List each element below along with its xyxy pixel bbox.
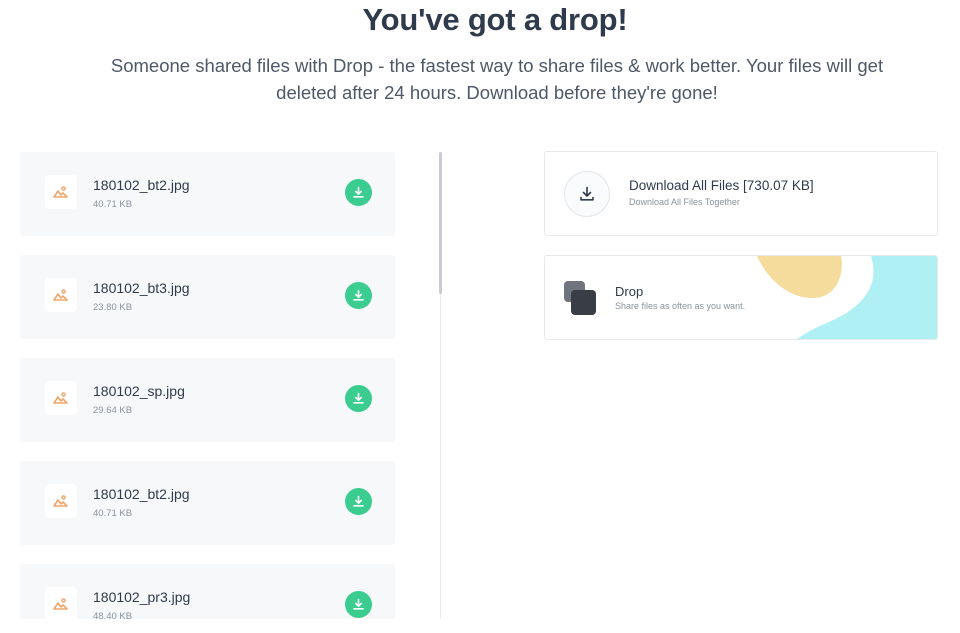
download-icon <box>353 495 364 507</box>
file-card[interactable]: 180102_bt2.jpg 40.71 KB <box>20 152 395 236</box>
promo-decoration <box>757 256 937 339</box>
download-button[interactable] <box>345 179 372 206</box>
download-icon <box>353 186 364 198</box>
promo-title: Drop <box>615 284 644 299</box>
file-size: 23.80 KB <box>93 302 133 313</box>
file-card[interactable]: 180102_bt3.jpg 23.80 KB <box>20 255 395 339</box>
page-title: You've got a drop! <box>362 2 628 37</box>
download-all-title: Download All Files [730.07 KB] <box>629 178 814 193</box>
download-icon <box>353 392 364 404</box>
file-size: 29.64 KB <box>93 405 133 416</box>
download-button[interactable] <box>345 488 372 515</box>
download-icon <box>353 598 364 610</box>
image-file-icon <box>45 278 77 312</box>
download-icon <box>580 186 594 201</box>
download-all-button[interactable]: Download All Files [730.07 KB] Download … <box>544 151 938 236</box>
file-name: 180102_sp.jpg <box>93 383 185 399</box>
promo-subtitle: Share files as often as you want. <box>615 301 746 311</box>
file-name: 180102_pr3.jpg <box>93 589 191 605</box>
file-list[interactable]: 180102_bt2.jpg 40.71 KB 180102_bt3.jpg 2… <box>20 152 396 619</box>
image-file-icon <box>45 175 77 209</box>
download-icon <box>353 289 364 301</box>
drop-promo-card[interactable]: Drop Share files as often as you want. <box>544 255 938 340</box>
download-button[interactable] <box>345 385 372 412</box>
file-size: 40.71 KB <box>93 508 133 519</box>
page-subtitle: Someone shared files with Drop - the fas… <box>110 55 884 103</box>
file-card[interactable]: 180102_bt2.jpg 40.71 KB <box>20 461 395 545</box>
file-name: 180102_bt2.jpg <box>93 486 190 502</box>
file-name: 180102_bt2.jpg <box>93 177 190 193</box>
image-file-icon <box>45 484 77 518</box>
drop-logo-icon <box>564 281 596 315</box>
file-size: 48.40 KB <box>93 611 133 619</box>
file-size: 40.71 KB <box>93 199 133 210</box>
download-button[interactable] <box>345 282 372 309</box>
download-all-icon-wrap <box>564 171 610 217</box>
file-card[interactable]: 180102_sp.jpg 29.64 KB <box>20 358 395 442</box>
file-card[interactable]: 180102_pr3.jpg 48.40 KB <box>20 564 395 619</box>
image-file-icon <box>45 587 77 619</box>
image-file-icon <box>45 381 77 415</box>
scrollbar-thumb[interactable] <box>439 152 442 294</box>
download-button[interactable] <box>345 591 372 618</box>
download-all-subtitle: Download All Files Together <box>629 197 740 207</box>
file-name: 180102_bt3.jpg <box>93 280 190 296</box>
